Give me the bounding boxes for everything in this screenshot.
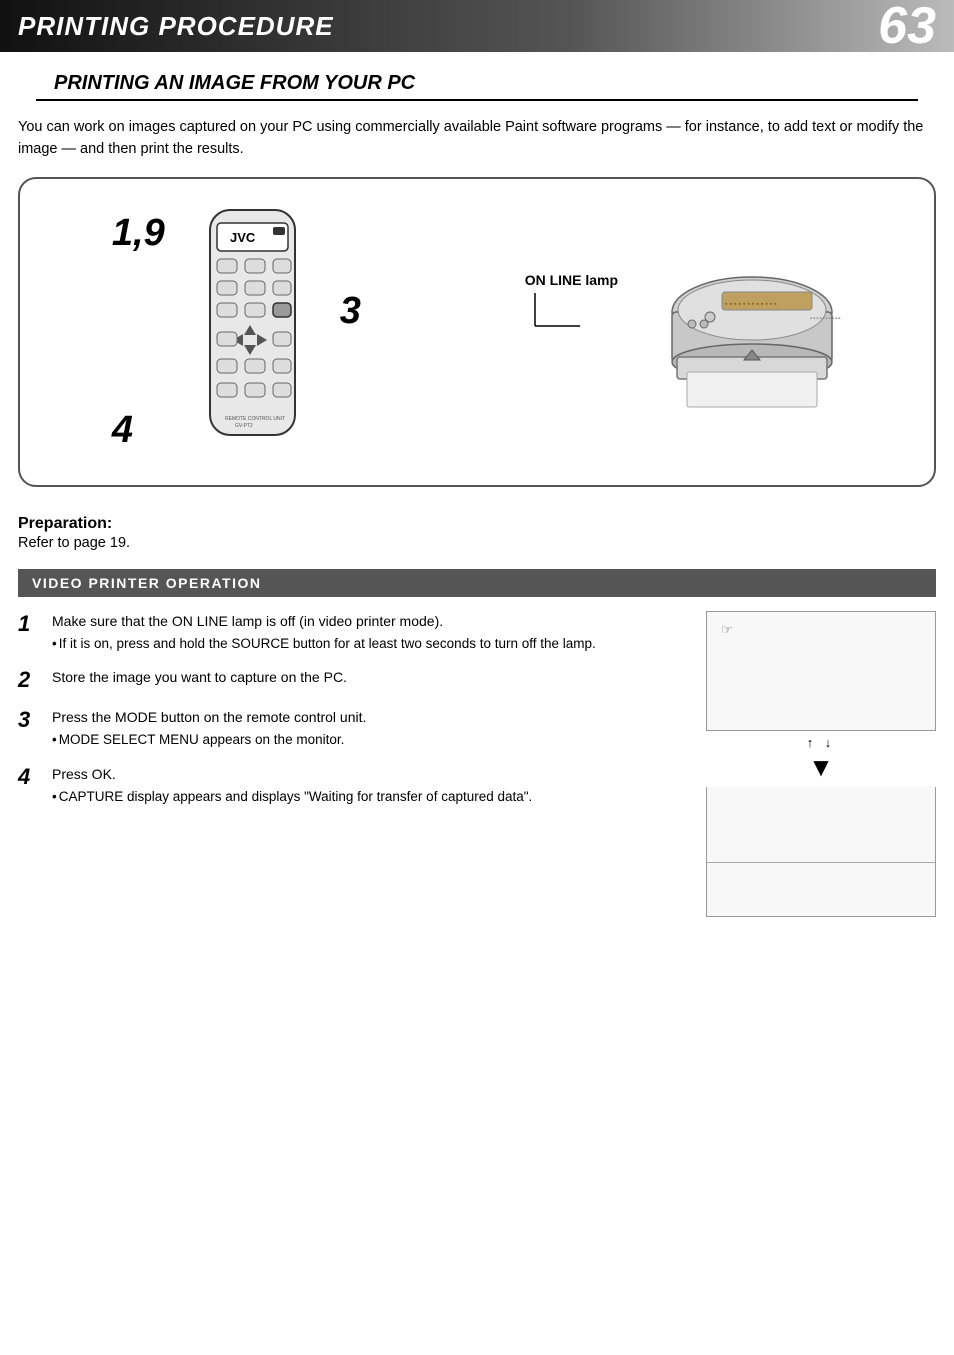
printer-svg: ▪▪▪▪▪▪▪▪▪▪▪▪ ▪▪▪▪▪▪▪▪▪▪▪▪▪▪	[622, 242, 842, 422]
step-label-3: 3	[340, 290, 361, 333]
step-1-main: Make sure that the ON LINE lamp is off (…	[52, 611, 686, 632]
diagram-box: 1,9 4 JVC	[18, 177, 936, 487]
step-content-1: Make sure that the ON LINE lamp is off (…	[52, 611, 686, 654]
step-number-4: 4	[18, 764, 44, 790]
remote-area: 1,9 4 JVC	[112, 205, 361, 459]
steps-list: 1 Make sure that the ON LINE lamp is off…	[18, 611, 686, 917]
step-label-19: 1,9	[112, 212, 165, 255]
svg-text:GV-PT2: GV-PT2	[235, 423, 253, 429]
step-label-4: 4	[112, 409, 165, 452]
preparation-section: Preparation: Refer to page 19.	[0, 505, 954, 557]
step-item-1: 1 Make sure that the ON LINE lamp is off…	[18, 611, 686, 654]
page-subtitle: PRINTING AN IMAGE FROM YOUR PC	[36, 62, 918, 101]
step-1-bullet-1: If it is on, press and hold the SOURCE b…	[52, 634, 686, 654]
panel-divider: ↑ ↓ ▼	[706, 731, 936, 787]
step-item-2: 2 Store the image you want to capture on…	[18, 667, 686, 693]
steps-and-display: 1 Make sure that the ON LINE lamp is off…	[0, 611, 954, 917]
subtitle-container: PRINTING AN IMAGE FROM YOUR PC	[0, 52, 954, 105]
panel-inner-hr	[707, 862, 935, 863]
svg-text:▪▪▪▪▪▪▪▪▪▪▪▪▪▪: ▪▪▪▪▪▪▪▪▪▪▪▪▪▪	[810, 316, 842, 322]
left-step-labels: 1,9 4	[112, 212, 165, 452]
preparation-text: Refer to page 19.	[18, 535, 936, 551]
step-number-3: 3	[18, 707, 44, 733]
step-number-1: 1	[18, 611, 44, 637]
step-content-4: Press OK. CAPTURE display appears and di…	[52, 764, 686, 807]
header-title: PRINTING PROCEDURE	[18, 11, 334, 42]
svg-text:JVC: JVC	[230, 230, 256, 245]
section-bar: VIDEO PRINTER OPERATION	[18, 569, 936, 597]
panel-arrows-text: ↑ ↓	[807, 735, 836, 750]
header-page-number: 63	[878, 0, 936, 52]
step-3-main: Press the MODE button on the remote cont…	[52, 707, 686, 728]
svg-text:▪▪▪▪▪▪▪▪▪▪▪▪: ▪▪▪▪▪▪▪▪▪▪▪▪	[725, 301, 779, 308]
step-2-main: Store the image you want to capture on t…	[52, 667, 686, 688]
step-content-2: Store the image you want to capture on t…	[52, 667, 686, 690]
panel-down-arrow: ▼	[808, 752, 834, 783]
intro-text: You can work on images captured on your …	[0, 105, 954, 177]
panel-top-symbol: ☞	[721, 622, 733, 638]
panel-top: ☞	[706, 611, 936, 731]
step-4-bullet-1: CAPTURE display appears and displays "Wa…	[52, 787, 686, 807]
panel-bottom	[706, 787, 936, 917]
svg-text:REMOTE CONTROL UNIT: REMOTE CONTROL UNIT	[225, 416, 285, 422]
step-item-3: 3 Press the MODE button on the remote co…	[18, 707, 686, 750]
step-number-2: 2	[18, 667, 44, 693]
display-panels: ☞ ↑ ↓ ▼	[706, 611, 936, 917]
preparation-title: Preparation:	[18, 515, 936, 533]
step-3-bullet-1: MODE SELECT MENU appears on the monitor.	[52, 730, 686, 750]
printer-area: ON LINE lamp	[525, 242, 842, 422]
step-4-main: Press OK.	[52, 764, 686, 785]
step-content-3: Press the MODE button on the remote cont…	[52, 707, 686, 750]
page-header: PRINTING PROCEDURE 63	[0, 0, 954, 52]
step-item-4: 4 Press OK. CAPTURE display appears and …	[18, 764, 686, 807]
on-line-lamp-label: ON LINE lamp	[525, 272, 618, 288]
remote-control-illustration: JVC	[195, 205, 310, 459]
